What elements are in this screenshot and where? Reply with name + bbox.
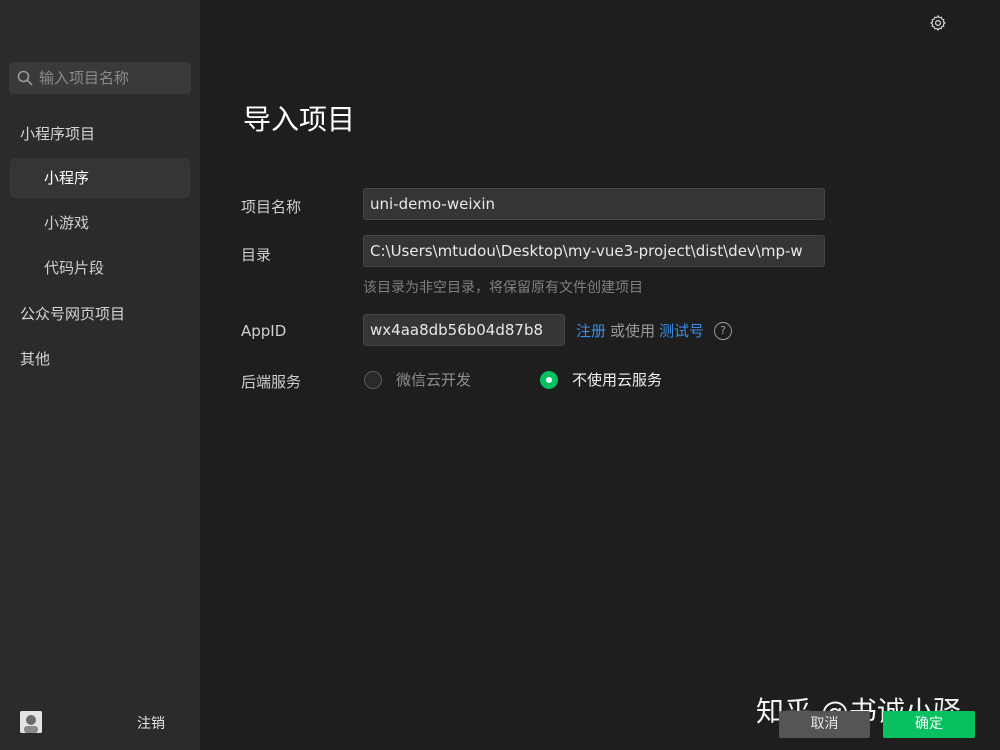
sidebar: 小程序项目 小程序 小游戏 代码片段 公众号网页项目 其他 注销: [0, 0, 200, 750]
radio-button[interactable]: [540, 370, 558, 389]
nav-section-other[interactable]: 其他: [20, 348, 50, 369]
backend-service-label: 后端服务: [241, 373, 302, 391]
radio-wechat-cloud[interactable]: 微信云开发: [364, 369, 471, 390]
import-project-window: 小程序项目 小程序 小游戏 代码片段 公众号网页项目 其他 注销 导入项目 项目…: [0, 0, 1000, 750]
cancel-button[interactable]: 取消: [779, 711, 870, 738]
search-icon: [17, 70, 33, 86]
search-box[interactable]: [9, 62, 191, 94]
sidebar-item-minigame[interactable]: 小游戏: [10, 203, 190, 243]
appid-label: AppID: [241, 322, 287, 340]
sidebar-item-miniprogram[interactable]: 小程序: [10, 158, 190, 198]
gear-icon[interactable]: [929, 14, 947, 32]
project-name-input[interactable]: [363, 188, 825, 220]
avatar[interactable]: [20, 711, 42, 733]
radio-label: 不使用云服务: [572, 371, 663, 389]
directory-label: 目录: [241, 246, 272, 264]
register-link[interactable]: 注册: [576, 320, 606, 341]
project-name-label: 项目名称: [241, 198, 302, 216]
page-title: 导入项目: [243, 103, 356, 136]
directory-hint: 该目录为非空目录，将保留原有文件创建项目: [363, 280, 643, 296]
search-input[interactable]: [39, 62, 189, 94]
appid-input[interactable]: [363, 314, 565, 346]
test-account-link[interactable]: 测试号: [659, 320, 704, 341]
appid-options: 注册 或使用 测试号 ?: [576, 320, 733, 341]
sidebar-item-code-snippet[interactable]: 代码片段: [10, 248, 190, 288]
nav-section-official-account[interactable]: 公众号网页项目: [20, 303, 125, 324]
radio-no-cloud[interactable]: 不使用云服务: [540, 369, 662, 390]
confirm-button[interactable]: 确定: [883, 711, 975, 738]
radio-label: 微信云开发: [396, 371, 472, 389]
or-use-text: 或使用: [610, 322, 656, 340]
logout-button[interactable]: 注销: [137, 713, 165, 733]
help-icon[interactable]: ?: [714, 321, 733, 340]
directory-input[interactable]: [363, 235, 825, 267]
nav-section-miniprogram[interactable]: 小程序项目: [20, 123, 95, 144]
radio-button[interactable]: [364, 370, 382, 389]
